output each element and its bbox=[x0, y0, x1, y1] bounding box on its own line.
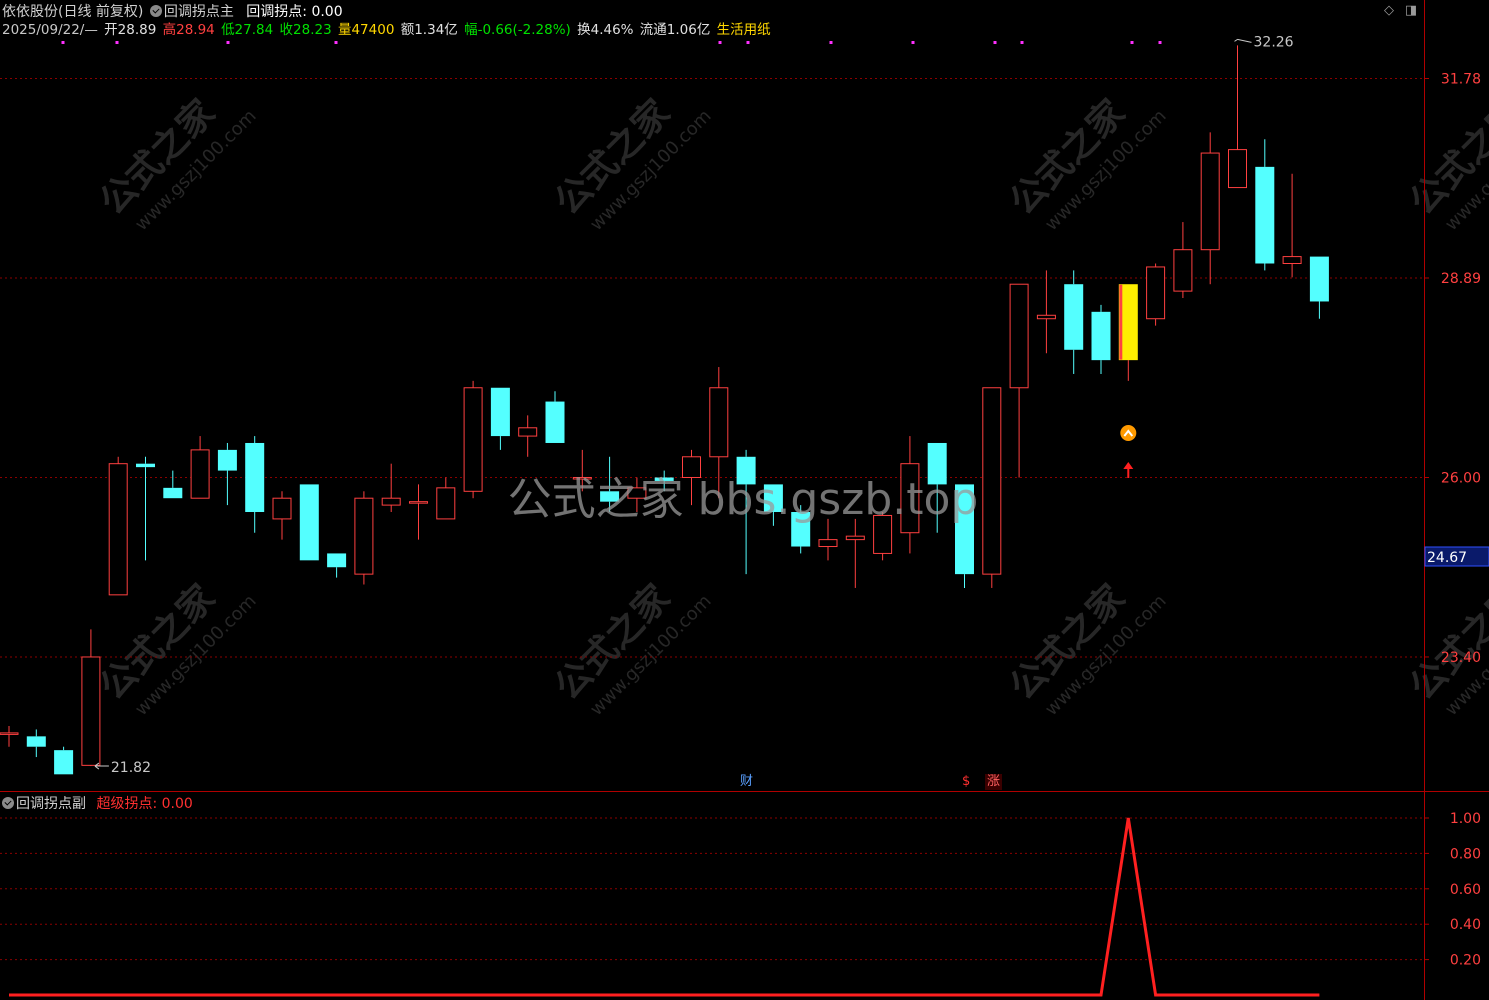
stock-name[interactable]: 依依股份(日线 前复权) bbox=[2, 4, 143, 20]
signal-dot bbox=[911, 41, 915, 44]
min-price-label: 21.82 bbox=[111, 760, 151, 776]
candle-body-up bbox=[1282, 256, 1302, 265]
event-marker-rise[interactable]: 涨 bbox=[985, 774, 1003, 790]
info-close: 收28.23 bbox=[279, 22, 332, 38]
candle-body-down bbox=[54, 750, 74, 775]
formula-toggle-icon[interactable] bbox=[149, 5, 162, 17]
info-bar: 2025/09/22/— 开28.89 高28.94 低27.84 收28.23… bbox=[2, 21, 773, 39]
current-price-label: 24.67 bbox=[1427, 550, 1467, 566]
info-low: 低27.84 bbox=[221, 22, 274, 38]
main-header: 依依股份(日线 前复权) 回调拐点主 回调拐点: 0.00 bbox=[2, 3, 345, 21]
price-tick-label: 23.40 bbox=[1441, 650, 1481, 666]
candle bbox=[1146, 263, 1166, 326]
candle-body-up bbox=[1228, 149, 1247, 189]
candle-body-up bbox=[818, 539, 838, 548]
candle bbox=[54, 746, 74, 775]
info-amount: 额1.34亿 bbox=[400, 22, 458, 38]
info-float: 流通1.06亿 bbox=[639, 22, 711, 38]
candle-body-down bbox=[1091, 311, 1111, 361]
candle-body-down bbox=[490, 387, 510, 437]
candle-body-up bbox=[1009, 283, 1029, 389]
signal-dot bbox=[829, 41, 833, 44]
sub-header: 回调拐点副 超级拐点: 0.00 bbox=[2, 795, 195, 813]
price-tick-label: 28.89 bbox=[1441, 271, 1481, 287]
center-watermark: 公式之家 bbs.gszb.top bbox=[508, 474, 979, 525]
formula-name[interactable]: 回调拐点主 bbox=[164, 4, 234, 20]
candle-body-down bbox=[163, 487, 183, 499]
candle-body-up bbox=[409, 501, 428, 504]
candle bbox=[982, 387, 1002, 588]
info-turnover: 换4.46% bbox=[577, 22, 634, 38]
candle-body-up bbox=[1036, 314, 1056, 320]
sub-tick-label: 0.60 bbox=[1450, 882, 1481, 898]
candle-body-up bbox=[436, 487, 456, 520]
signal-dot bbox=[993, 41, 997, 44]
signal-badge-icon bbox=[1120, 425, 1137, 441]
indicator-value: 回调拐点: 0.00 bbox=[246, 4, 343, 20]
candle bbox=[299, 484, 319, 561]
candle-body-up bbox=[982, 387, 1002, 575]
signal-dot bbox=[334, 41, 338, 44]
sub-tick-label: 1.00 bbox=[1450, 811, 1481, 827]
signal-dot bbox=[746, 41, 750, 44]
candle-body-down bbox=[299, 484, 319, 561]
candle-body-up bbox=[381, 497, 401, 506]
info-change: 幅-0.66(-2.28%) bbox=[464, 22, 571, 38]
candle-body-up bbox=[463, 387, 483, 492]
candle-body-down bbox=[1309, 256, 1329, 302]
candle-body-down bbox=[136, 463, 155, 468]
sub-tick-label: 0.20 bbox=[1450, 953, 1481, 969]
sub-indicator-value: 超级拐点: 0.00 bbox=[96, 796, 193, 812]
info-date: 2025/09/22/— bbox=[2, 22, 98, 38]
info-open: 开28.89 bbox=[104, 22, 157, 38]
sub-tick-label: 0.40 bbox=[1450, 917, 1481, 933]
candle-body-up bbox=[518, 427, 538, 437]
signal-dot bbox=[1158, 41, 1162, 44]
candle bbox=[354, 491, 374, 585]
candle-body-down bbox=[217, 449, 237, 471]
candle-body-up bbox=[1146, 266, 1166, 320]
signal-dot bbox=[115, 41, 119, 44]
candle-body-up bbox=[1200, 152, 1220, 251]
info-high: 高28.94 bbox=[162, 22, 215, 38]
candle-body-up bbox=[354, 497, 374, 575]
candle-body-up bbox=[108, 463, 128, 596]
sub-formula-name[interactable]: 回调拐点副 bbox=[16, 796, 86, 812]
signal-dot bbox=[1130, 41, 1134, 44]
candle-body-up bbox=[845, 535, 865, 541]
candle-body-up bbox=[272, 497, 292, 520]
signal-dot bbox=[61, 41, 65, 44]
signal-dot bbox=[1020, 41, 1024, 44]
candle-body-up bbox=[709, 387, 729, 458]
info-volume: 量47400 bbox=[337, 22, 395, 38]
candle-body-down bbox=[545, 401, 565, 443]
signal-candle-edge bbox=[1119, 284, 1123, 360]
candle-body-down bbox=[245, 442, 265, 513]
sub-tick-label: 0.80 bbox=[1450, 846, 1481, 862]
kline-chart[interactable]: 公式之家www.gszj100.com 公式之家www.gszj100.com 公式… bbox=[0, 0, 1489, 1000]
signal-dot bbox=[718, 41, 722, 44]
candle-body-up bbox=[1173, 249, 1193, 292]
window-layout-icon[interactable]: ◨ bbox=[1404, 4, 1418, 18]
event-marker-finance[interactable]: 财 bbox=[738, 774, 755, 790]
candle-body-down bbox=[26, 736, 46, 747]
candle-body-down bbox=[327, 553, 347, 568]
candle-body-down bbox=[1255, 166, 1275, 264]
sub-formula-toggle-icon[interactable] bbox=[2, 797, 14, 809]
candle-body-up bbox=[81, 656, 101, 766]
event-marker-dollar[interactable]: $ bbox=[960, 774, 972, 790]
price-tick-label: 26.00 bbox=[1441, 470, 1481, 486]
candle-body-down bbox=[1064, 284, 1084, 350]
signal-dot bbox=[226, 41, 230, 44]
diamond-icon[interactable]: ◇ bbox=[1382, 4, 1396, 18]
max-price-label: 32.26 bbox=[1254, 34, 1294, 50]
candle bbox=[463, 380, 483, 499]
candle-body-up bbox=[0, 732, 19, 735]
candle-body-up bbox=[190, 449, 210, 499]
price-tick-label: 31.78 bbox=[1441, 72, 1481, 88]
info-sector[interactable]: 生活用纸 bbox=[717, 22, 771, 38]
candle bbox=[108, 456, 128, 596]
